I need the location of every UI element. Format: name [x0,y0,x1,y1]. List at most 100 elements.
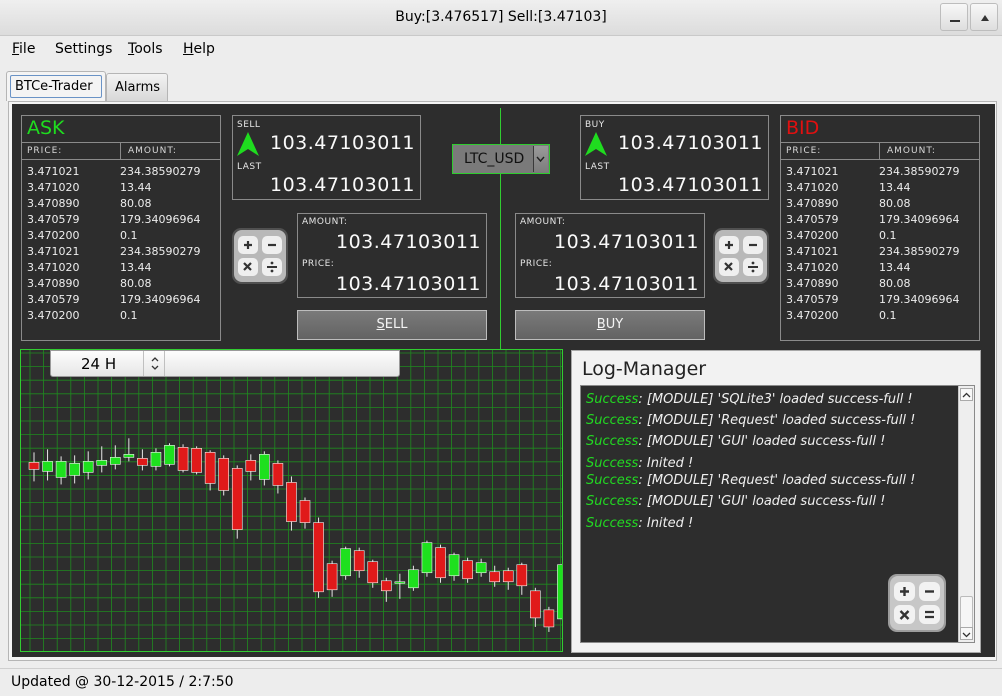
log-entry: Success: [MODULE] 'GUI' loaded success-f… [586,494,885,509]
menu-help[interactable]: Help [183,41,215,57]
buy-button[interactable]: BUY [515,310,705,340]
log-output[interactable]: Success : [MODULE] 'SQLite3' loaded succe… [580,385,975,643]
scroll-up-button[interactable] [960,388,973,401]
dropdown-button[interactable] [533,146,548,172]
buy-last-value: 103.47103011 [617,174,763,196]
period-value: 24 H [81,355,117,373]
order-price: 3.470890 [786,197,839,210]
buy-ticker: BUY 103.47103011 LAST 103.47103011 [580,115,769,200]
candle-body [28,462,40,470]
tab-alarms[interactable]: Alarms [106,73,168,101]
ask-price-header: PRICE: [27,146,63,156]
sell-amount-label: AMOUNT: [302,217,348,227]
order-price: 3.470579 [786,293,839,306]
buy-order-box: AMOUNT: 103.47103011 PRICE: 103.47103011 [515,213,705,298]
order-price: 3.470890 [27,197,80,210]
candle [408,565,419,591]
candle-body [82,461,94,473]
title-bar: Buy:[3.476517] Sell:[3.47103] [0,0,1002,36]
order-row: 3.470579 179.34096964 [781,212,979,228]
menu-file-rest: ile [19,41,36,57]
buy-price-input[interactable]: 103.47103011 [536,273,699,295]
candle-body [245,460,257,472]
candle [177,444,189,473]
sell-amount-input[interactable]: 103.47103011 [318,231,481,253]
tab-btce-trader-label: BTCe-Trader [10,75,102,98]
candle [475,558,487,577]
candle-body [177,447,189,471]
order-price: 3.471020 [786,261,839,274]
menu-file[interactable]: File [12,41,35,57]
candle [394,573,406,599]
log-calculator-button[interactable] [888,574,946,632]
sell-price-label: PRICE: [302,259,335,269]
log-scrollbar[interactable] [958,386,974,642]
candle-body [313,522,324,593]
buy-calculator-button[interactable] [713,228,769,284]
bid-title: BID [786,117,820,139]
menu-help-rest: elp [193,41,215,57]
candle [367,559,379,588]
candle-body [191,448,202,473]
sell-button[interactable]: SELL [297,310,487,340]
order-price: 3.470200 [786,309,839,322]
order-price: 3.470200 [786,229,839,242]
candle-body [475,562,487,574]
minimize-button[interactable] [940,3,968,31]
log-entry: Success: [MODULE] 'Request' loaded succe… [586,473,915,488]
tab-btce-trader[interactable]: BTCe-Trader [6,71,106,101]
order-amount: 234.38590279 [879,245,960,258]
order-price: 3.470579 [27,293,80,306]
candle [286,476,297,531]
candle-body [516,564,528,587]
order-row: 3.470890 80.08 [781,276,979,292]
order-amount: 179.34096964 [879,293,960,306]
candle-body [204,452,216,484]
menu-tools[interactable]: Tools [128,41,163,57]
buy-amount-input[interactable]: 103.47103011 [536,231,699,253]
maximize-button[interactable] [970,3,998,31]
menu-settings[interactable]: Settings [55,41,112,57]
ask-amount-header: AMOUNT: [128,146,177,156]
candle-body [448,554,460,577]
status-text: Updated @ 30-12-2015 / 2:7:50 [11,674,234,690]
order-amount: 179.34096964 [120,293,201,306]
candle-body [55,461,67,478]
period-selector[interactable]: 24 H [50,350,400,377]
candle-body [435,547,446,579]
currency-pair-select[interactable]: LTC_USD [452,144,550,174]
candle [231,465,243,539]
candle-body [69,463,80,476]
order-row: 3.471020 13.44 [781,260,979,276]
log-message: : [MODULE] 'Request' loaded success-full… [638,473,916,488]
scroll-down-button[interactable] [960,627,973,640]
candle-body [530,590,541,619]
candle [218,455,229,496]
period-spinner[interactable] [143,351,165,376]
candle [272,460,284,494]
menu-tools-rest: ools [134,41,163,57]
candle-body [286,482,297,522]
candle-body [462,560,473,580]
candle [164,443,175,467]
sell-value: 103.47103011 [269,132,415,154]
bid-header: PRICE: AMOUNT: [781,142,979,160]
sell-calculator-button[interactable] [232,228,288,284]
log-entry: Success: Inited ! [586,516,693,531]
up-arrow-icon [585,132,607,156]
chevron-down-icon [536,156,545,163]
order-amount: 0.1 [879,309,897,322]
log-message: : [MODULE] 'SQLite3' loaded success-full… [638,392,913,407]
candle-body [231,468,243,530]
order-row: 3.470200 0.1 [22,228,220,244]
order-amount: 13.44 [879,181,911,194]
ask-title: ASK [27,117,65,139]
order-price: 3.470890 [786,277,839,290]
log-message: : [MODULE] 'Request' loaded success-full… [638,413,916,428]
candle [299,497,311,529]
order-row: 3.471021 234.38590279 [22,244,220,260]
sell-button-rest: ELL [384,317,408,332]
sell-price-input[interactable]: 103.47103011 [318,273,481,295]
candle-body [489,571,501,583]
log-status: Success [586,516,639,531]
